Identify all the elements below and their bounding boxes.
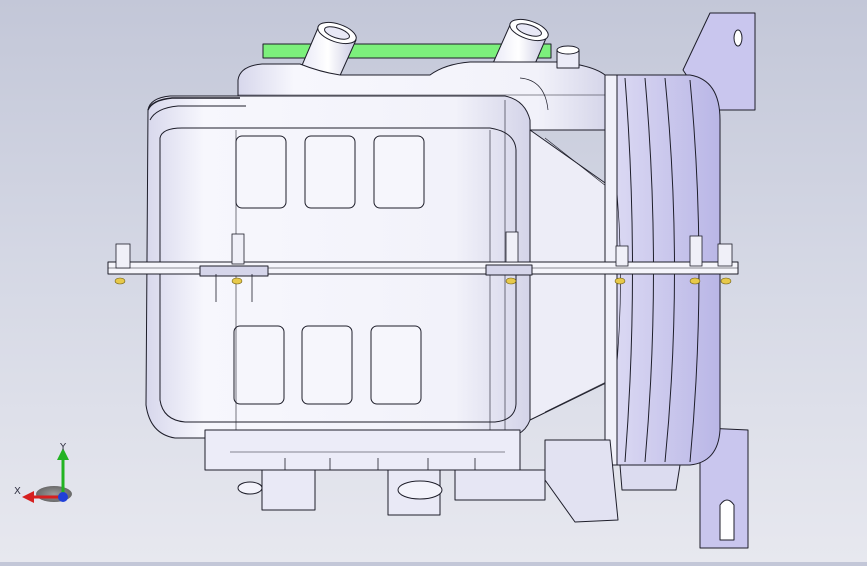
lower-window-3 xyxy=(370,325,422,405)
lower-window-2 xyxy=(301,325,353,405)
cad-viewport[interactable] xyxy=(0,0,867,562)
upper-window-3 xyxy=(373,135,425,209)
transition-duct xyxy=(529,129,613,421)
model-canvas[interactable] xyxy=(0,0,867,562)
upper-window-2 xyxy=(304,135,356,209)
z-axis-dot-icon xyxy=(58,492,68,502)
y-axis-label: Y xyxy=(60,442,67,453)
x-axis-label: X xyxy=(14,486,21,497)
upper-window-1 xyxy=(235,135,287,209)
bottom-base xyxy=(204,429,681,523)
view-orientation-triad[interactable]: Y X xyxy=(10,440,80,510)
lower-window-1 xyxy=(233,325,285,405)
parting-line xyxy=(107,261,739,277)
